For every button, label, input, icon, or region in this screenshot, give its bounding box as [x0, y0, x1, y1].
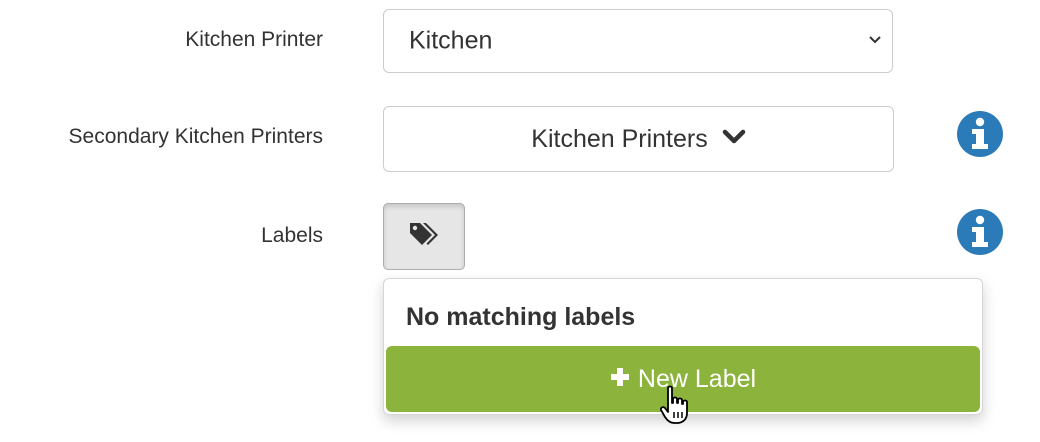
plus-icon — [610, 365, 630, 394]
kitchen-printer-selected-value: Kitchen — [409, 26, 493, 55]
labels-toggle-button[interactable] — [383, 203, 465, 270]
hand-pointer-icon — [659, 385, 694, 425]
secondary-printers-button-text: Kitchen Printers — [531, 124, 708, 153]
chevron-down-icon — [722, 129, 746, 150]
chevron-down-icon — [868, 32, 882, 50]
kitchen-printer-select[interactable]: Kitchen — [383, 9, 893, 73]
labels-label: Labels — [261, 224, 323, 247]
no-matching-labels-message: No matching labels — [406, 303, 636, 331]
new-label-button-text: New Label — [637, 364, 757, 393]
printer-settings-form: Kitchen Printer Kitchen Secondary Kitche… — [0, 0, 1040, 442]
secondary-printers-label: Secondary Kitchen Printers — [68, 125, 323, 148]
tags-icon — [408, 221, 440, 252]
kitchen-printer-label: Kitchen Printer — [185, 28, 323, 51]
secondary-printers-multiselect[interactable]: Kitchen Printers — [383, 106, 894, 172]
info-circle-icon[interactable] — [956, 208, 1004, 256]
info-circle-icon[interactable] — [956, 110, 1004, 158]
